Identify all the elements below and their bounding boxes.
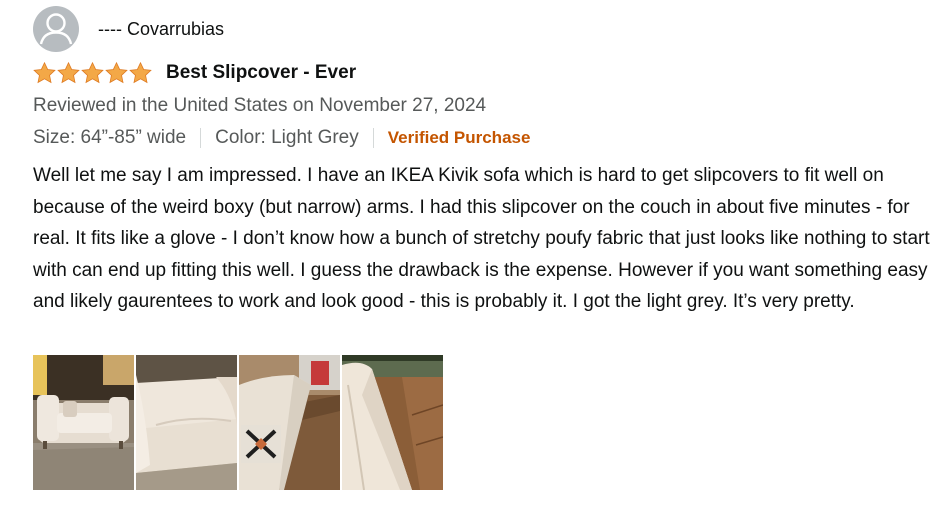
star-icon <box>57 62 80 84</box>
user-avatar-icon[interactable] <box>33 6 79 52</box>
review-image-gallery <box>33 355 443 490</box>
meta-divider <box>200 128 202 148</box>
verified-purchase-badge[interactable]: Verified Purchase <box>388 128 531 148</box>
review-date: Reviewed in the United States on Novembe… <box>33 95 487 116</box>
star-icon <box>105 62 128 84</box>
color-variant[interactable]: Color: Light Grey <box>215 127 359 149</box>
reviewer-name[interactable]: ---- Covarrubias <box>98 19 224 40</box>
star-icon <box>81 62 104 84</box>
review-image-thumbnail[interactable] <box>342 355 443 490</box>
meta-divider <box>372 128 374 148</box>
reviewer-profile[interactable]: ---- Covarrubias <box>33 6 224 52</box>
review-meta: Size: 64”-85” wide Color: Light Grey Ver… <box>33 127 530 149</box>
review-title[interactable]: Best Slipcover - Ever <box>166 62 356 84</box>
review-image-thumbnail[interactable] <box>33 355 134 490</box>
review-title-row: Best Slipcover - Ever <box>33 62 356 84</box>
size-variant[interactable]: Size: 64”-85” wide <box>33 127 186 149</box>
star-icon <box>33 62 56 84</box>
review-body: Well let me say I am impressed. I have a… <box>33 165 930 312</box>
review-image-thumbnail[interactable] <box>239 355 340 490</box>
star-rating[interactable] <box>33 62 152 84</box>
star-icon <box>129 62 152 84</box>
review-image-thumbnail[interactable] <box>136 355 237 490</box>
